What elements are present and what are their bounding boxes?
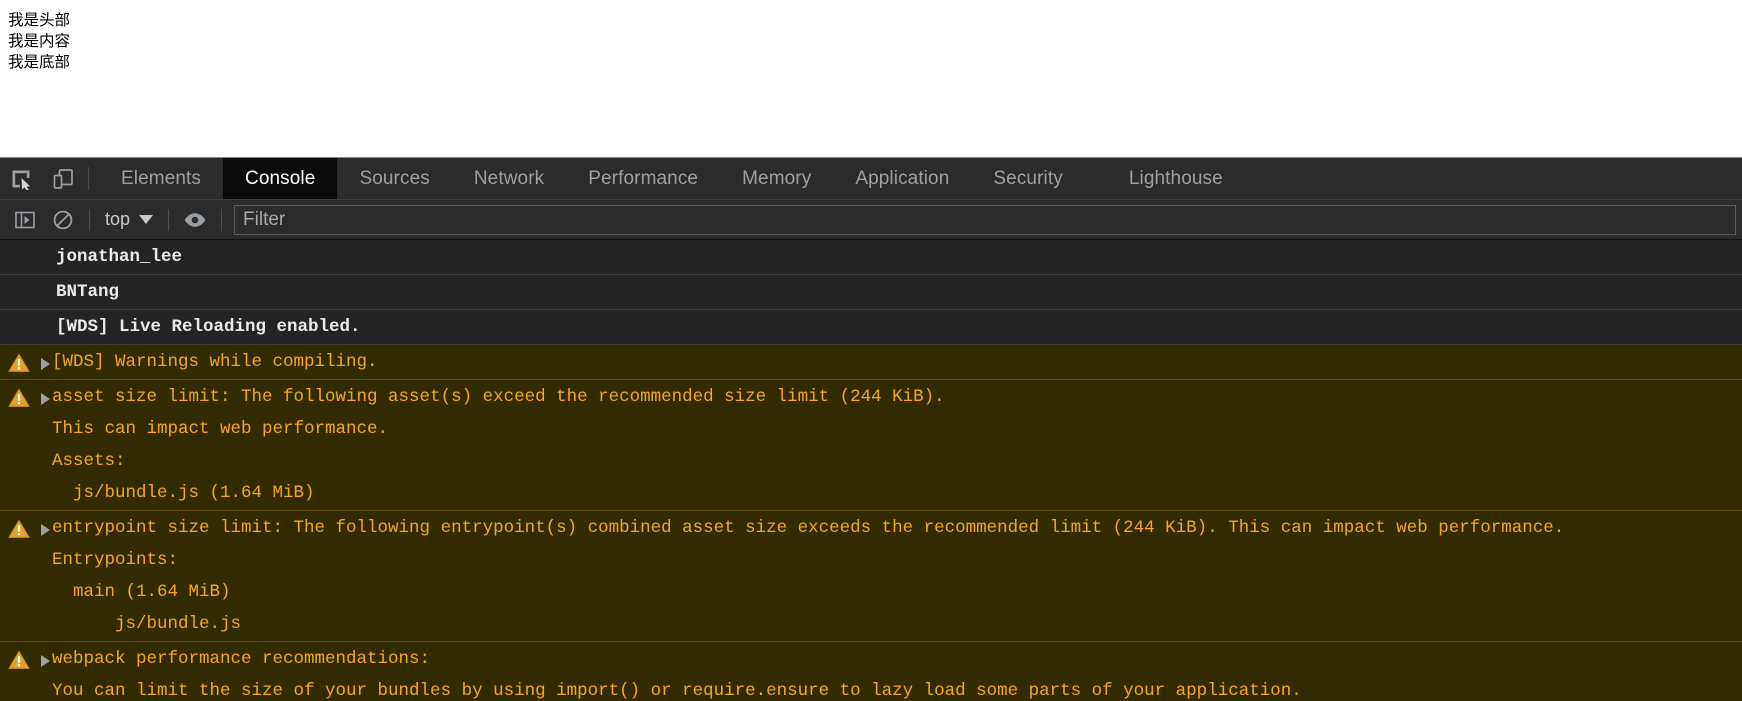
tab-security[interactable]: Security bbox=[971, 158, 1084, 199]
console-context-selector[interactable]: top bbox=[97, 209, 161, 230]
console-message-row[interactable]: [WDS] Live Reloading enabled. bbox=[0, 310, 1742, 345]
tab-elements[interactable]: Elements bbox=[99, 158, 223, 199]
console-filter-placeholder: Filter bbox=[243, 208, 286, 230]
console-message-row[interactable]: jonathan_lee bbox=[0, 240, 1742, 275]
warning-icon bbox=[8, 353, 30, 372]
console-toolbar-divider-3 bbox=[221, 208, 223, 231]
console-toolbar-divider-2 bbox=[168, 208, 170, 231]
page-footer-text: 我是底部 bbox=[8, 54, 71, 71]
warning-icon bbox=[8, 650, 30, 669]
message-gutter bbox=[0, 381, 38, 408]
console-message-text: [WDS] Live Reloading enabled. bbox=[56, 317, 361, 337]
tab-separator-gap bbox=[1085, 158, 1107, 199]
tab-performance[interactable]: Performance bbox=[566, 158, 720, 199]
console-message-row[interactable]: BNTang bbox=[0, 275, 1742, 310]
message-gutter bbox=[0, 643, 38, 670]
tab-network[interactable]: Network bbox=[452, 158, 566, 199]
console-warning-row[interactable]: entrypoint size limit: The following ent… bbox=[0, 511, 1742, 642]
devtools-panel: Elements Console Sources Network Perform… bbox=[0, 157, 1742, 701]
message-arrow-cell bbox=[38, 241, 52, 253]
tab-console[interactable]: Console bbox=[223, 158, 338, 199]
clear-console-icon[interactable] bbox=[44, 203, 82, 237]
console-filter-toolbar: top Filter bbox=[0, 200, 1742, 240]
console-filter-input[interactable]: Filter bbox=[234, 204, 1736, 235]
message-arrow-cell[interactable] bbox=[38, 643, 52, 667]
console-toolbar-divider-1 bbox=[89, 208, 90, 231]
console-message-text: jonathan_lee bbox=[56, 247, 183, 267]
console-message-text: entrypoint size limit: The following ent… bbox=[52, 518, 1565, 634]
warning-icon bbox=[8, 388, 30, 407]
toolbar-divider bbox=[88, 167, 89, 190]
message-arrow-cell bbox=[38, 311, 52, 323]
message-gutter bbox=[0, 241, 38, 248]
console-warning-row[interactable]: asset size limit: The following asset(s)… bbox=[0, 380, 1742, 511]
disclosure-triangle-icon[interactable] bbox=[40, 524, 50, 536]
devtools-tabstrip: Elements Console Sources Network Perform… bbox=[0, 158, 1742, 200]
console-warning-row[interactable]: [WDS] Warnings while compiling. bbox=[0, 345, 1742, 380]
inspect-element-icon[interactable] bbox=[0, 158, 42, 199]
console-message-list[interactable]: jonathan_lee BNTang [WDS] Live Reloading… bbox=[0, 240, 1742, 701]
message-prefix-text: webpack performance recommendations: You… bbox=[52, 649, 1302, 701]
message-gutter bbox=[0, 346, 38, 373]
tab-lighthouse[interactable]: Lighthouse bbox=[1107, 158, 1245, 199]
message-gutter bbox=[0, 512, 38, 539]
message-arrow-cell bbox=[38, 276, 52, 288]
message-gutter bbox=[0, 311, 38, 318]
message-gutter bbox=[0, 276, 38, 283]
console-warning-row[interactable]: webpack performance recommendations: You… bbox=[0, 642, 1742, 701]
tab-sources[interactable]: Sources bbox=[337, 158, 451, 199]
rendered-web-page: 我是头部 我是内容 我是底部 bbox=[0, 0, 1742, 157]
message-arrow-cell[interactable] bbox=[38, 381, 52, 405]
message-arrow-cell[interactable] bbox=[38, 346, 52, 370]
console-message-text: asset size limit: The following asset(s)… bbox=[52, 387, 945, 503]
chevron-down-icon bbox=[139, 215, 154, 224]
console-message-text: webpack performance recommendations: You… bbox=[52, 643, 1742, 701]
console-context-label: top bbox=[105, 209, 131, 229]
page-header-text: 我是头部 bbox=[8, 12, 71, 29]
live-expression-icon[interactable] bbox=[176, 203, 214, 237]
console-message-text: BNTang bbox=[56, 282, 120, 302]
disclosure-triangle-icon[interactable] bbox=[40, 393, 50, 405]
message-arrow-cell[interactable] bbox=[38, 512, 52, 536]
warning-icon bbox=[8, 519, 30, 538]
devtools-tab-list: Elements Console Sources Network Perform… bbox=[99, 158, 1245, 199]
tab-memory[interactable]: Memory bbox=[720, 158, 833, 199]
tab-application[interactable]: Application bbox=[833, 158, 971, 199]
console-message-text: [WDS] Warnings while compiling. bbox=[52, 352, 378, 372]
disclosure-triangle-icon[interactable] bbox=[40, 655, 50, 667]
console-sidebar-icon[interactable] bbox=[6, 203, 44, 237]
disclosure-triangle-icon[interactable] bbox=[40, 358, 50, 370]
device-toolbar-icon[interactable] bbox=[42, 158, 84, 199]
page-content-text: 我是内容 bbox=[8, 33, 71, 50]
